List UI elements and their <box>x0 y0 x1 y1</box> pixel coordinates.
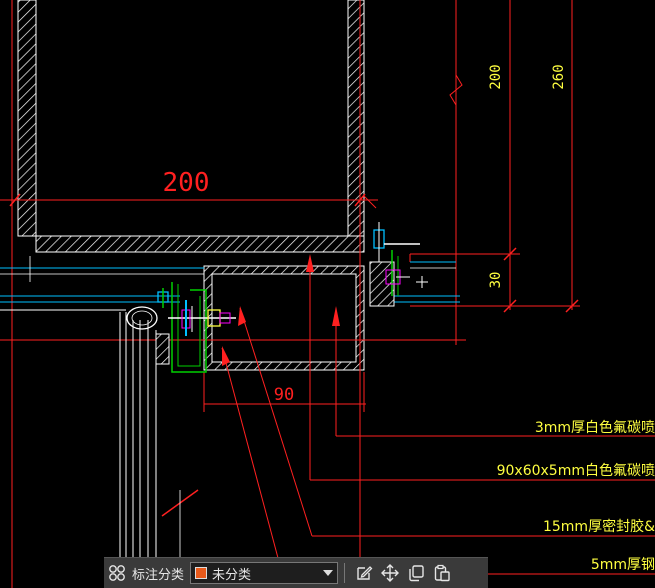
grid-icon[interactable] <box>104 560 130 586</box>
dim-text-200-top: 200 <box>163 168 210 198</box>
toolbar-divider <box>344 563 346 583</box>
category-label: 标注分类 <box>132 566 185 582</box>
copy-icon[interactable] <box>403 560 429 586</box>
dimension-width-bottom: 90 <box>203 372 366 412</box>
paste-icon[interactable] <box>429 560 455 586</box>
annotation-steel-tube: 90x60x5mm白色氟碳喷 <box>497 462 655 479</box>
dim-text-30-vertical: 30 <box>488 272 504 289</box>
right-bracket-assembly <box>363 195 456 307</box>
glass-panel <box>0 306 199 588</box>
annotation-steel-plate: 5mm厚钢 <box>591 557 655 573</box>
move-icon[interactable] <box>377 560 403 586</box>
category-color-swatch <box>195 567 208 579</box>
dim-text-200-vertical: 200 <box>488 64 504 89</box>
cad-canvas[interactable]: 200 90 200 260 30 3mm厚白色氟碳喷 90x60x5mm白色氟… <box>0 0 655 588</box>
category-select-value: 未分类 <box>212 566 252 582</box>
category-select[interactable]: 未分类 <box>190 562 339 584</box>
annotation-toolbar: 标注分类 未分类 <box>104 557 488 588</box>
concrete-wall <box>17 0 365 253</box>
annotation-labels: 3mm厚白色氟碳喷 90x60x5mm白色氟碳喷 15mm厚密封胶& 5mm厚钢 <box>497 419 655 573</box>
chevron-down-icon <box>323 570 334 576</box>
dim-text-260-vertical: 260 <box>551 64 567 89</box>
annotation-sealant: 15mm厚密封胶& <box>543 518 655 535</box>
dim-text-90: 90 <box>274 385 294 405</box>
dimension-height-right: 200 260 30 <box>410 0 580 345</box>
edit-icon[interactable] <box>351 560 377 586</box>
annotation-3mm-panel: 3mm厚白色氟碳喷 <box>535 419 655 436</box>
